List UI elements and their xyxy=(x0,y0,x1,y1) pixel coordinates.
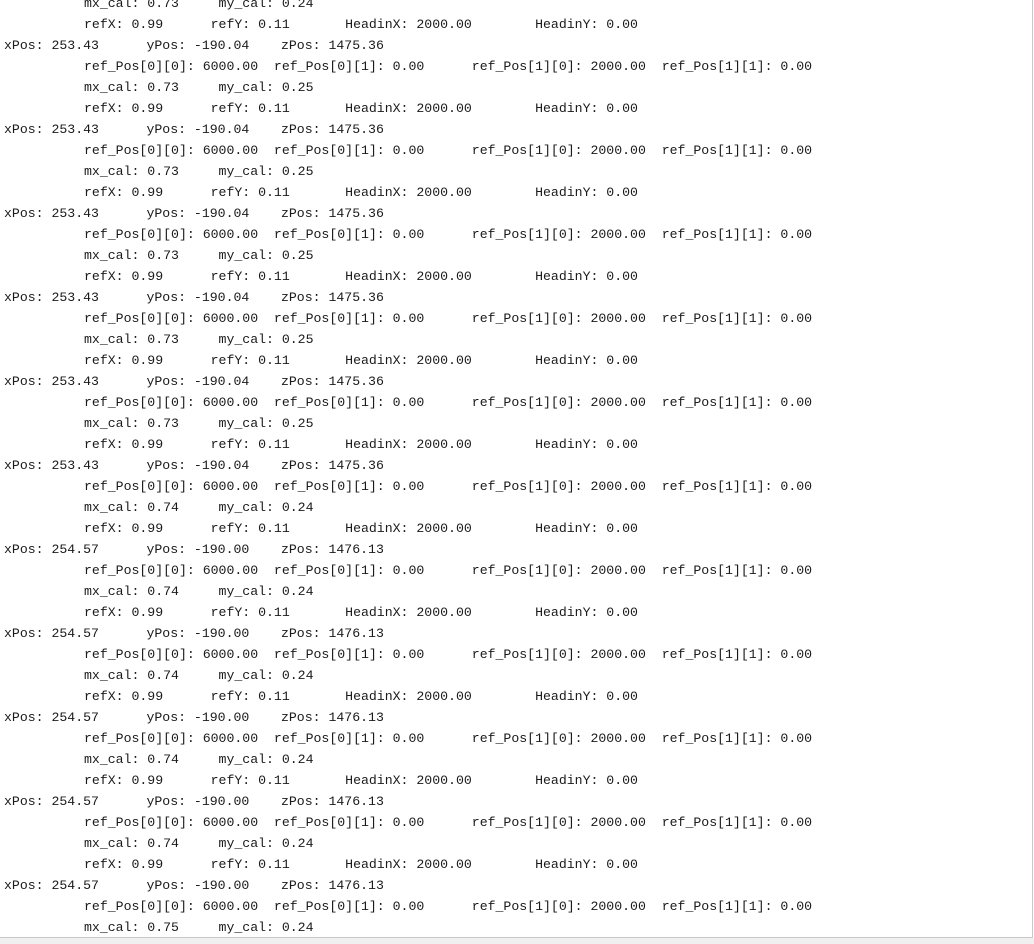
console-log-line: ref_Pos[0][0]: 6000.00 ref_Pos[0][1]: 0.… xyxy=(84,59,813,74)
console-log-line: refX: 0.99 refY: 0.11 HeadinX: 2000.00 H… xyxy=(84,437,638,452)
console-log-line: ref_Pos[0][0]: 6000.00 ref_Pos[0][1]: 0.… xyxy=(84,479,813,494)
console-log-line: mx_cal: 0.74 my_cal: 0.24 xyxy=(84,668,314,683)
console-log-line: mx_cal: 0.73 my_cal: 0.25 xyxy=(84,248,314,263)
console-log-line: ref_Pos[0][0]: 6000.00 ref_Pos[0][1]: 0.… xyxy=(84,563,813,578)
console-log-line: mx_cal: 0.73 my_cal: 0.25 xyxy=(84,416,314,431)
console-log-line: xPos: 254.57 yPos: -190.00 zPos: 1476.13 xyxy=(4,710,384,725)
console-log-line: ref_Pos[0][0]: 6000.00 ref_Pos[0][1]: 0.… xyxy=(84,899,813,914)
console-log-line: refX: 0.99 refY: 0.11 HeadinX: 2000.00 H… xyxy=(84,17,638,32)
console-log-line: ref_Pos[0][0]: 6000.00 ref_Pos[0][1]: 0.… xyxy=(84,227,813,242)
console-log-line: refX: 0.99 refY: 0.11 HeadinX: 2000.00 H… xyxy=(84,689,638,704)
console-log-line: mx_cal: 0.73 my_cal: 0.24 xyxy=(84,0,314,11)
console-log-line: mx_cal: 0.75 my_cal: 0.24 xyxy=(84,920,314,935)
console-log-line: mx_cal: 0.73 my_cal: 0.25 xyxy=(84,80,314,95)
console-log-line: refX: 0.99 refY: 0.11 HeadinX: 2000.00 H… xyxy=(84,521,638,536)
console-log-line: refX: 0.99 refY: 0.11 HeadinX: 2000.00 H… xyxy=(84,773,638,788)
console-log-line: mx_cal: 0.74 my_cal: 0.24 xyxy=(84,752,314,767)
console-log-line: refX: 0.99 refY: 0.11 HeadinX: 2000.00 H… xyxy=(84,353,638,368)
console-log-line: refX: 0.99 refY: 0.11 HeadinX: 2000.00 H… xyxy=(84,101,638,116)
console-log-line: mx_cal: 0.73 my_cal: 0.25 xyxy=(84,332,314,347)
console-log-line: refX: 0.99 refY: 0.11 HeadinX: 2000.00 H… xyxy=(84,857,638,872)
console-log-line: xPos: 253.43 yPos: -190.04 zPos: 1475.36 xyxy=(4,122,384,137)
console-log-lines: mx_cal: 0.73 my_cal: 0.24 refX: 0.99 refY… xyxy=(0,0,813,937)
console-log-line: ref_Pos[0][0]: 6000.00 ref_Pos[0][1]: 0.… xyxy=(84,143,813,158)
console-log-line: xPos: 253.43 yPos: -190.04 zPos: 1475.36 xyxy=(4,374,384,389)
console-log-line: ref_Pos[0][0]: 6000.00 ref_Pos[0][1]: 0.… xyxy=(84,815,813,830)
console-log-line: ref_Pos[0][0]: 6000.00 ref_Pos[0][1]: 0.… xyxy=(84,395,813,410)
console-log-line: xPos: 254.57 yPos: -190.00 zPos: 1476.13 xyxy=(4,626,384,641)
console-log-line: xPos: 253.43 yPos: -190.04 zPos: 1475.36 xyxy=(4,458,384,473)
console-log-line: ref_Pos[0][0]: 6000.00 ref_Pos[0][1]: 0.… xyxy=(84,647,813,662)
serial-console-output[interactable]: mx_cal: 0.73 my_cal: 0.24 refX: 0.99 refY… xyxy=(0,0,1033,938)
console-log-line: mx_cal: 0.74 my_cal: 0.24 xyxy=(84,836,314,851)
console-log-line: refX: 0.99 refY: 0.11 HeadinX: 2000.00 H… xyxy=(84,269,638,284)
console-log-line: xPos: 253.43 yPos: -190.04 zPos: 1475.36 xyxy=(4,38,384,53)
console-log-line: xPos: 253.43 yPos: -190.04 zPos: 1475.36 xyxy=(4,290,384,305)
console-log-line: mx_cal: 0.73 my_cal: 0.25 xyxy=(84,164,314,179)
console-log-line: refX: 0.99 refY: 0.11 HeadinX: 2000.00 H… xyxy=(84,605,638,620)
console-log-line: refX: 0.99 refY: 0.11 HeadinX: 2000.00 H… xyxy=(84,185,638,200)
console-log-line: ref_Pos[0][0]: 6000.00 ref_Pos[0][1]: 0.… xyxy=(84,311,813,326)
console-log-line: xPos: 254.57 yPos: -190.00 zPos: 1476.13 xyxy=(4,878,384,893)
console-log-line: xPos: 254.57 yPos: -190.00 zPos: 1476.13 xyxy=(4,794,384,809)
console-log-line: xPos: 254.57 yPos: -190.00 zPos: 1476.13 xyxy=(4,542,384,557)
console-log-line: mx_cal: 0.74 my_cal: 0.24 xyxy=(84,500,314,515)
window-bottom-edge xyxy=(0,938,1034,944)
console-log-line: mx_cal: 0.74 my_cal: 0.24 xyxy=(84,584,314,599)
console-log-line: ref_Pos[0][0]: 6000.00 ref_Pos[0][1]: 0.… xyxy=(84,731,813,746)
console-log-line: xPos: 253.43 yPos: -190.04 zPos: 1475.36 xyxy=(4,206,384,221)
